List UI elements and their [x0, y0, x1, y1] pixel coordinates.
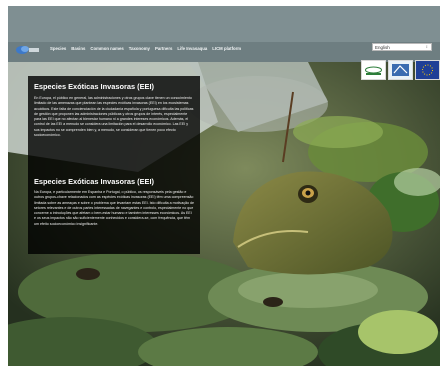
nav-item-licm-platform[interactable]: LICM platform — [212, 46, 241, 51]
lifeplatform-logo[interactable] — [388, 60, 413, 80]
top-banner — [8, 6, 440, 42]
section-title-es: Especies Exóticas Invasoras (EEI) — [34, 82, 154, 91]
nav-item-taxonomy[interactable]: Taxonomy — [129, 46, 150, 51]
site-logo[interactable] — [14, 44, 40, 56]
nav-item-common-names[interactable]: Common names — [90, 46, 123, 51]
chevron-down-icon: ↕ — [425, 44, 428, 49]
page: Species Basins Common names Taxonomy Par… — [8, 6, 440, 366]
eu-flag-logo[interactable] — [415, 60, 440, 80]
info-panel: Especies Exóticas Invasoras (EEI) En Eur… — [28, 76, 200, 254]
section-body-pt: Na Europa, e particularmente em Espanha … — [34, 190, 195, 226]
life-invasaqua-logo[interactable] — [361, 60, 386, 80]
nav-item-species[interactable]: Species — [50, 46, 66, 51]
nav-item-basins[interactable]: Basins — [71, 46, 85, 51]
main-nav: Species Basins Common names Taxonomy Par… — [50, 46, 241, 51]
nav-item-partners[interactable]: Partners — [155, 46, 172, 51]
section-title-pt: Especies Exóticas Invasoras (EEI) — [34, 177, 154, 186]
language-select[interactable]: English ↕ — [372, 43, 432, 51]
nav-item-life-invasaqua[interactable]: Life Invasaqua — [177, 46, 207, 51]
partner-logos — [361, 60, 440, 80]
section-body-es: En Europa, el público en general, las ad… — [34, 96, 194, 138]
language-selected: English — [375, 45, 390, 50]
